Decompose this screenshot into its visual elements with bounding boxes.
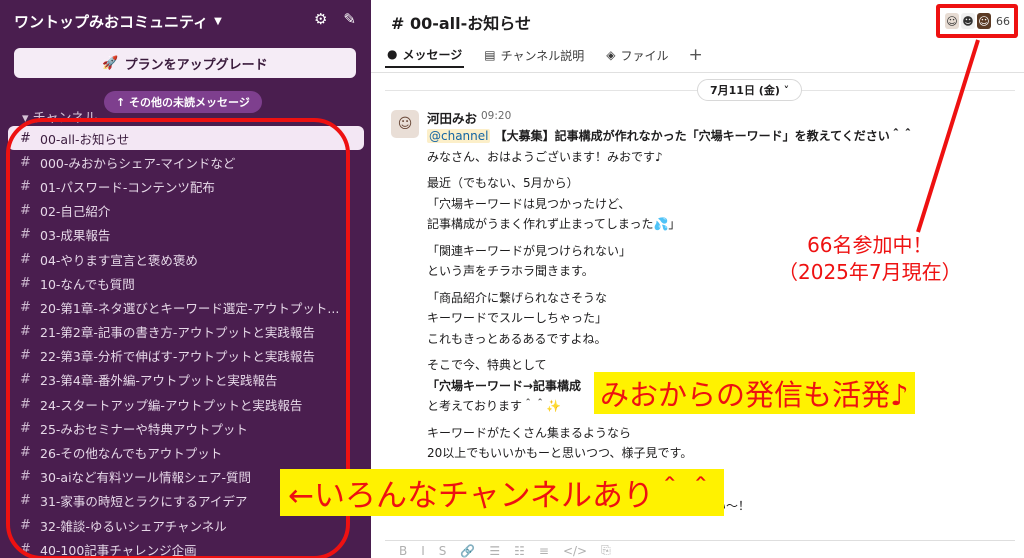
format-toolbar-icon[interactable]: 🔗 (460, 544, 475, 558)
message-composer-toolbar: B I S 🔗 ☰ ☷ ≡ </> ⎘ (385, 540, 1015, 558)
channel-header: # 00-all-お知らせ ☺ ☻ ☺ 66 (371, 0, 1024, 40)
format-toolbar-icon[interactable]: ≡ (539, 544, 549, 558)
tab-label: チャンネル説明 (500, 48, 585, 63)
message-lines: みなさん、おはようございます！みおです♪ 最近（でもない、5月から） 「穴場キーワー… (427, 147, 1007, 517)
member-note-line2: （2025年7月現在） (778, 260, 962, 284)
date-jump-button[interactable]: 7月11日 (金) ˅ (697, 79, 803, 101)
unread-messages-pill[interactable]: ↑ その他の未読メッセージ (104, 91, 262, 113)
upgrade-plan-button[interactable]: 🚀 プランをアップグレード (14, 48, 356, 78)
tab-item[interactable]: ▤ チャンネル説明 (482, 42, 586, 68)
tab-divider (371, 72, 1024, 73)
message-title-line: @channel 【大募集】記事構成が作れなかった「穴場キーワード」を教えてくだ… (427, 126, 1007, 147)
message-line: キーワードがたくさん集まるようなら (427, 425, 632, 440)
message-line: これもきっとあるあるですよね。 (427, 331, 607, 346)
message-author[interactable]: 河田みお (427, 108, 477, 127)
channels-variety-highlight: ←いろんなチャンネルあり＾＾ (280, 469, 725, 516)
message-body: @channel 【大募集】記事構成が作れなかった「穴場キーワード」を教えてくだ… (427, 126, 1007, 517)
chevron-down-icon[interactable]: ▼ (214, 16, 222, 27)
member-avatar: ☺ (977, 13, 991, 29)
format-toolbar-icon[interactable]: ⎘ (601, 543, 611, 558)
workspace-header[interactable]: ワントップみおコミュニティ ▼ ⚙ ✎ (14, 10, 360, 32)
format-toolbar-icon[interactable]: ☷ (514, 544, 525, 558)
tab-icon: ▤ (484, 48, 496, 62)
member-avatar: ☻ (961, 13, 975, 29)
message-line: 20以上でもいいかもーと思いつつ、様子見です。 (427, 446, 693, 460)
member-avatar: ☺ (945, 13, 959, 29)
message-title: 【大募集】記事構成が作れなかった「穴場キーワード」を教えてください＾＾ (490, 129, 914, 143)
tab-label: メッセージ (402, 47, 463, 62)
tab-icon: ◈ (606, 48, 616, 62)
member-note-line1: 66名参加中！ (807, 233, 933, 257)
message-line: みなさん、おはようございます！みおです♪ (427, 149, 663, 164)
format-toolbar-icon[interactable]: S (439, 544, 447, 558)
workspace-actions: ⚙ ✎ (314, 10, 356, 28)
message-line: キーワードでスルーしちゃった」 (427, 311, 608, 325)
channel-tabs: ● メッセージ ▤ チャンネル説明 ◈ ファイル + (385, 42, 703, 72)
member-count-annotation: 66名参加中！ （2025年7月現在） (778, 232, 962, 286)
format-toolbar-icon[interactable]: B (399, 544, 407, 558)
upgrade-plan-label: プランをアップグレード (124, 57, 268, 73)
channel-title[interactable]: # 00-all-お知らせ (391, 10, 531, 34)
message-line: 「穴場キーワードは見つかったけど、 (427, 196, 631, 211)
compose-icon[interactable]: ✎ (343, 10, 356, 28)
mio-activity-highlight: みおからの発信も活発♪ (594, 372, 915, 414)
message-line: 最近（でもない、5月から） (427, 176, 579, 190)
tab-item[interactable]: ● メッセージ (385, 42, 465, 68)
message-line: 「商品紹介に繋げられなさそうな (427, 290, 608, 305)
author-avatar[interactable]: ☺ (391, 110, 419, 138)
tab-icon: ● (387, 47, 398, 61)
format-toolbar-icon[interactable]: ☰ (489, 544, 500, 558)
message-timestamp[interactable]: 09:20 (481, 110, 511, 122)
member-list-button[interactable]: ☺ ☻ ☺ 66 (936, 4, 1018, 38)
member-count: 66 (996, 14, 1010, 28)
tab-label: ファイル (620, 48, 669, 63)
format-toolbar-icon[interactable]: </> (563, 544, 587, 558)
rocket-icon: 🚀 (102, 55, 119, 71)
add-tab-icon[interactable]: + (689, 42, 703, 68)
gear-icon[interactable]: ⚙ (314, 10, 327, 28)
workspace-name[interactable]: ワントップみおコミュニティ (14, 11, 208, 32)
format-toolbar-icon[interactable]: I (421, 544, 425, 558)
tab-item[interactable]: ◈ ファイル (604, 42, 670, 68)
channel-mention[interactable]: @channel (427, 129, 491, 143)
